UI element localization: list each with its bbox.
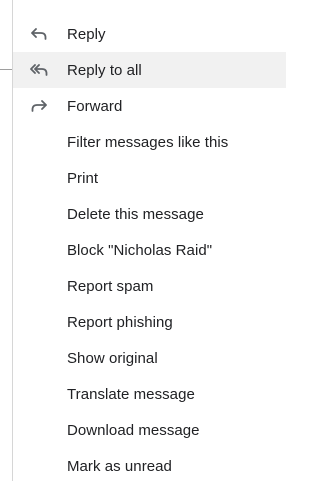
- menu-item-delete-message[interactable]: Delete this message: [13, 196, 286, 232]
- menu-item-report-spam[interactable]: Report spam: [13, 268, 286, 304]
- menu-item-label: Block "Nicholas Raid": [67, 241, 213, 259]
- menu-item-report-phishing[interactable]: Report phishing: [13, 304, 286, 340]
- menu-item-label: Print: [67, 169, 99, 187]
- menu-item-label: Reply to all: [67, 61, 142, 79]
- menu-item-translate-message[interactable]: Translate message: [13, 376, 286, 412]
- menu-item-label: Reply: [67, 25, 106, 43]
- menu-item-show-original[interactable]: Show original: [13, 340, 286, 376]
- message-options-screen: Reply Reply to all Forward Filter messag…: [0, 0, 286, 481]
- menu-item-label: Filter messages like this: [67, 133, 229, 151]
- menu-item-reply-to-all[interactable]: Reply to all: [13, 52, 286, 88]
- menu-item-print[interactable]: Print: [13, 160, 286, 196]
- menu-anchor-line: [0, 69, 12, 70]
- menu-item-label: Mark as unread: [67, 457, 172, 475]
- menu-item-download-message[interactable]: Download message: [13, 412, 286, 448]
- menu-item-label: Translate message: [67, 385, 195, 403]
- menu-item-label: Delete this message: [67, 205, 204, 223]
- menu-item-label: Report spam: [67, 277, 154, 295]
- menu-item-mark-as-unread[interactable]: Mark as unread: [13, 448, 286, 481]
- menu-item-reply[interactable]: Reply: [13, 16, 286, 52]
- message-options-menu: Reply Reply to all Forward Filter messag…: [12, 0, 286, 481]
- reply-icon: [29, 26, 49, 42]
- menu-item-filter-messages[interactable]: Filter messages like this: [13, 124, 286, 160]
- reply-all-icon: [29, 62, 49, 78]
- menu-item-forward[interactable]: Forward: [13, 88, 286, 124]
- menu-item-label: Download message: [67, 421, 200, 439]
- forward-icon: [29, 98, 49, 114]
- menu-item-label: Show original: [67, 349, 158, 367]
- menu-item-block-sender[interactable]: Block "Nicholas Raid": [13, 232, 286, 268]
- menu-item-label: Forward: [67, 97, 123, 115]
- menu-item-label: Report phishing: [67, 313, 173, 331]
